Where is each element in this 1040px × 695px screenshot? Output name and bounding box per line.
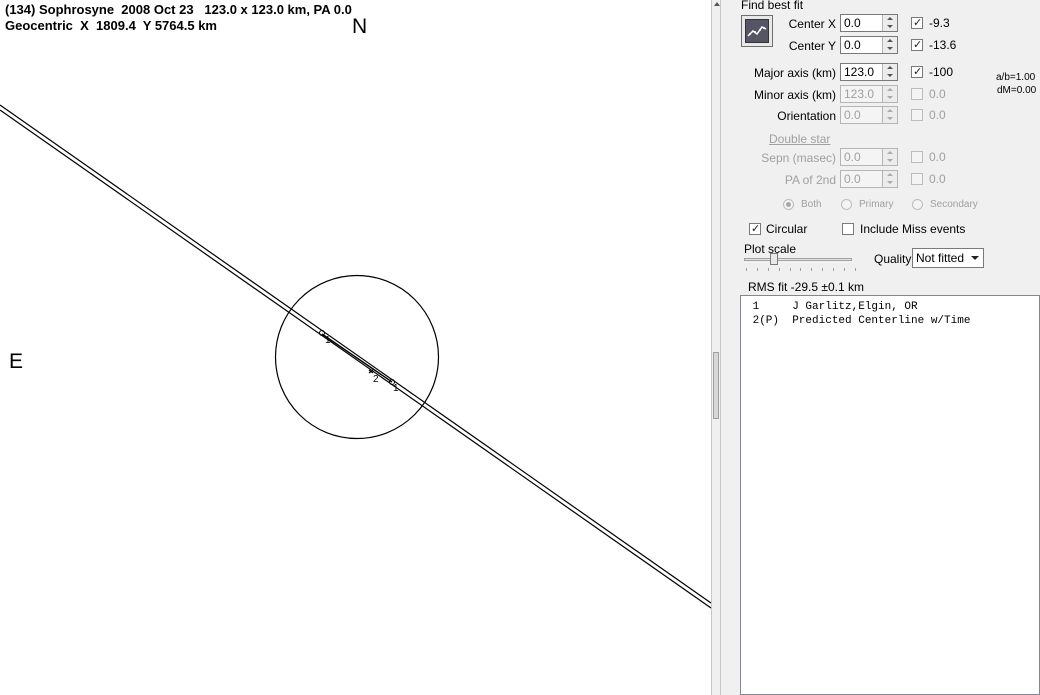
pa2-result: 0.0 <box>929 172 946 186</box>
center-x-label: Center X <box>788 17 836 31</box>
center-x-input[interactable]: 0.0 <box>840 14 898 32</box>
list-item[interactable]: 1 J Garlitz,Elgin, OR <box>746 301 918 313</box>
plot-title: (134) Sophrosyne 2008 Oct 23 123.0 x 123… <box>5 2 352 17</box>
major-axis-label: Major axis (km) <box>753 66 836 80</box>
chord-label: 1 <box>393 383 399 394</box>
circular-label: Circular <box>766 222 808 236</box>
quality-dropdown[interactable]: Not fitted <box>912 248 984 268</box>
minor-axis-label: Minor axis (km) <box>753 88 836 102</box>
major-axis-checkbox[interactable]: ✓ <box>911 65 923 78</box>
pa2-label: PA of 2nd <box>784 173 836 187</box>
radio-primary-label: Primary <box>859 199 894 210</box>
radio-secondary[interactable] <box>912 199 923 210</box>
center-x-spinner[interactable] <box>882 15 897 31</box>
center-x-result: -9.3 <box>929 16 950 30</box>
chord-line-lower <box>0 109 711 609</box>
major-axis-result: -100 <box>929 65 954 79</box>
orientation-result: 0.0 <box>929 108 946 122</box>
major-axis-spinner[interactable] <box>882 64 897 80</box>
fit-panel: Find best fit Center X 0.0 ✓ -9.3 Center… <box>721 0 1040 695</box>
sepn-result: 0.0 <box>929 150 946 164</box>
orientation-label: Orientation <box>777 109 836 123</box>
center-x-checkbox[interactable]: ✓ <box>911 16 923 29</box>
pa2-input[interactable]: 0.0 <box>840 170 898 188</box>
orientation-input[interactable]: 0.0 <box>840 106 898 124</box>
center-y-checkbox[interactable]: ✓ <box>911 38 923 51</box>
sepn-input[interactable]: 0.0 <box>840 148 898 166</box>
minor-axis-checkbox[interactable] <box>911 88 923 100</box>
plot-scale-thumb[interactable] <box>770 253 778 265</box>
minor-axis-result: 0.0 <box>929 87 946 101</box>
orientation-checkbox[interactable] <box>911 109 923 121</box>
rms-fit-text: RMS fit -29.5 ±0.1 km <box>748 280 864 294</box>
north-label: N <box>352 15 368 38</box>
dm-text: dM=0.00 <box>997 85 1037 96</box>
chord-line-upper <box>0 104 711 604</box>
east-label: E <box>9 350 24 373</box>
pa2-checkbox[interactable] <box>911 173 923 185</box>
center-y-spinner[interactable] <box>882 37 897 53</box>
plot-canvas <box>0 104 711 609</box>
ratio-text: a/b=1.00 <box>996 72 1036 83</box>
center-y-input[interactable]: 0.0 <box>840 36 898 54</box>
plot-scale-track[interactable] <box>744 258 852 261</box>
scroll-up-arrow-icon[interactable] <box>714 2 720 6</box>
geocentric-coords: Geocentric X 1809.4 Y 5764.5 km <box>5 18 217 33</box>
splitter-grip[interactable] <box>713 352 719 419</box>
sepn-label: Sepn (masec) <box>761 151 836 165</box>
center-y-result: -13.6 <box>929 38 957 52</box>
chord-label: 2 <box>373 374 379 385</box>
double-star-heading: Double star <box>769 132 831 146</box>
circular-checkbox[interactable]: ✓ <box>749 222 761 235</box>
chord-segment <box>321 333 393 383</box>
panel-splitter[interactable] <box>711 0 721 695</box>
center-y-label: Center Y <box>788 39 836 53</box>
quality-label: Quality <box>874 252 912 266</box>
asteroid-outline <box>274 274 440 440</box>
chevron-down-icon <box>971 256 979 260</box>
radio-both[interactable] <box>783 199 794 210</box>
radio-secondary-label: Secondary <box>930 199 978 210</box>
list-item[interactable]: 2(P) Predicted Centerline w/Time <box>746 315 971 327</box>
plot-area[interactable]: (134) Sophrosyne 2008 Oct 23 123.0 x 123… <box>0 0 711 695</box>
observer-list[interactable]: 1 J Garlitz,Elgin, OR 2(P) Predicted Cen… <box>740 295 1040 695</box>
radio-primary[interactable] <box>841 199 852 210</box>
include-miss-label: Include Miss events <box>860 222 966 236</box>
chord-label: 1 <box>325 335 331 346</box>
plot-scale-ticks <box>746 268 856 272</box>
include-miss-checkbox[interactable] <box>842 223 854 235</box>
sepn-checkbox[interactable] <box>911 151 923 163</box>
radio-both-label: Both <box>801 199 822 210</box>
major-axis-input[interactable]: 123.0 <box>840 63 898 81</box>
minor-axis-input[interactable]: 123.0 <box>840 85 898 103</box>
group-title: Find best fit <box>741 0 804 12</box>
